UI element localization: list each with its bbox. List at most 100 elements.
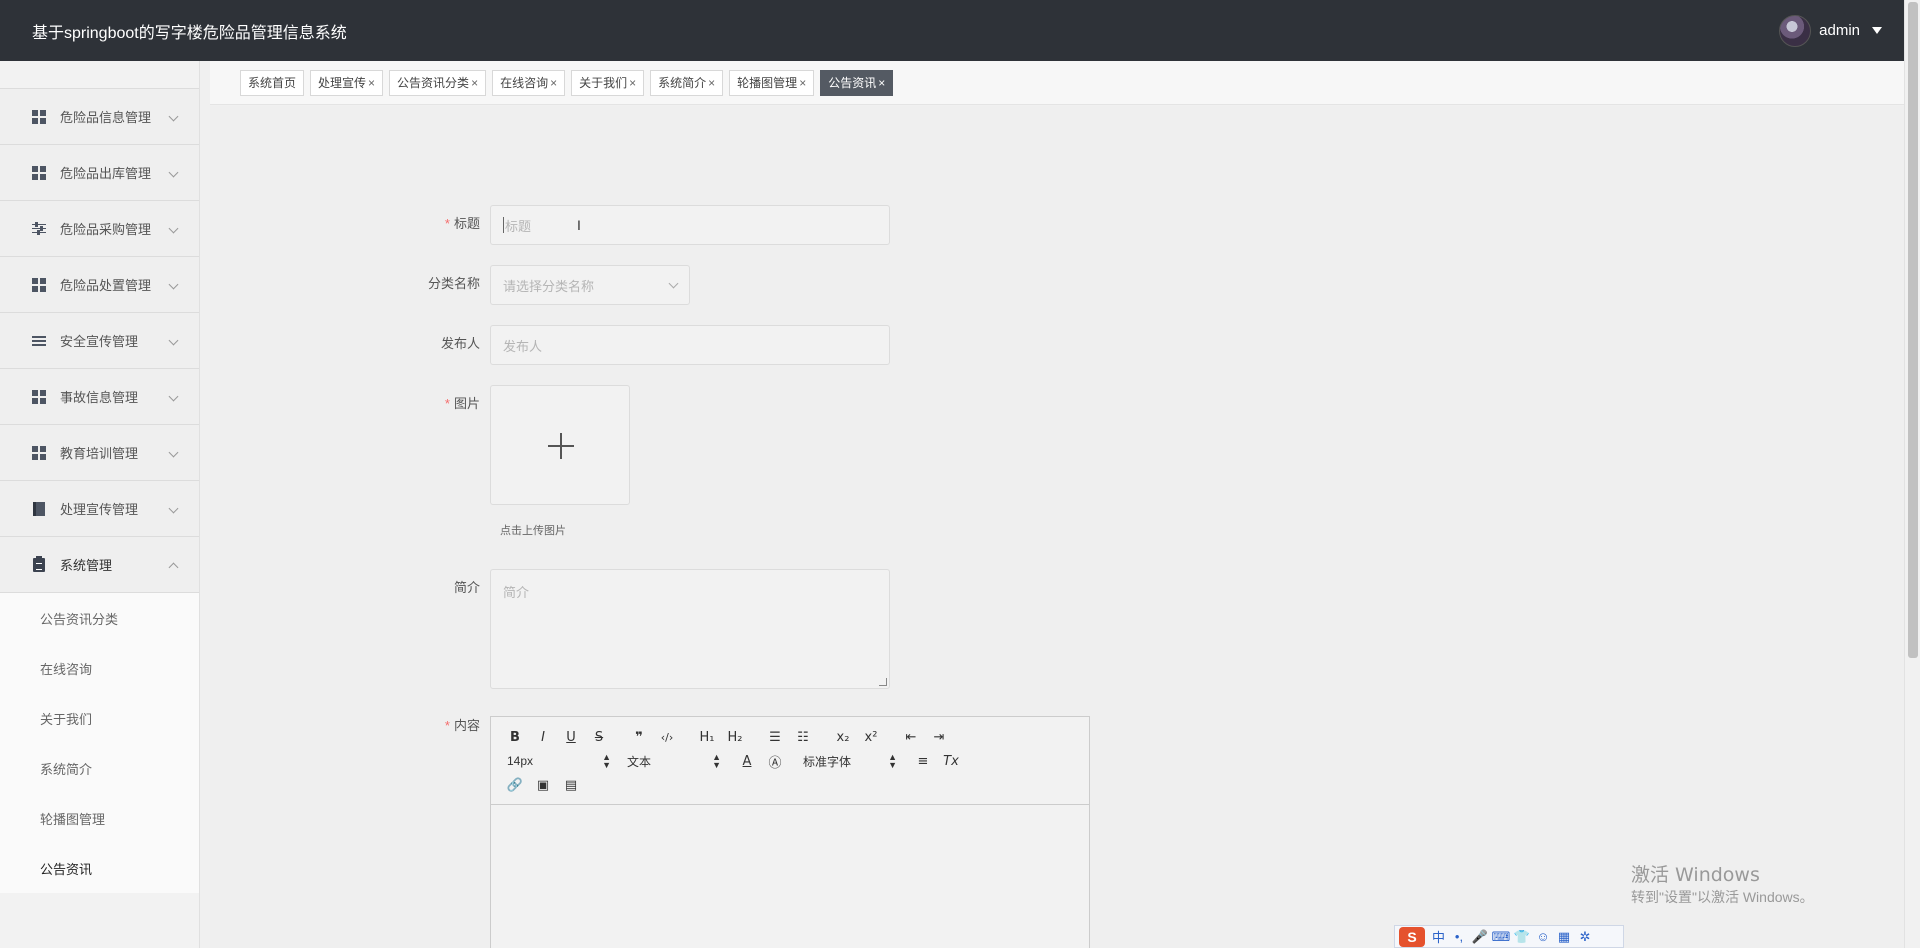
bot-icon[interactable]: ☺ bbox=[1536, 929, 1550, 944]
outdent-icon[interactable]: ⇤ bbox=[897, 730, 925, 745]
link-icon[interactable]: 🔗 bbox=[501, 778, 529, 793]
sidebar-item-handling-promo[interactable]: 处理宣传管理 bbox=[0, 481, 199, 537]
submenu-item-carousel[interactable]: 轮播图管理 bbox=[0, 793, 199, 843]
apps-icon[interactable]: ▦ bbox=[1557, 929, 1571, 944]
user-menu[interactable]: admin bbox=[1779, 14, 1882, 47]
close-icon[interactable]: × bbox=[629, 76, 636, 90]
image-upload-box[interactable] bbox=[490, 385, 630, 505]
close-icon[interactable]: × bbox=[550, 76, 557, 90]
clear-format-icon[interactable]: Tx bbox=[937, 754, 965, 769]
image-icon[interactable]: ▣ bbox=[529, 778, 557, 793]
settings-icon[interactable]: ✲ bbox=[1578, 929, 1592, 944]
system-submenu: 公告资讯分类 在线咨询 关于我们 系统简介 轮播图管理 公告资讯 bbox=[0, 593, 199, 893]
video-icon[interactable]: ▤ bbox=[557, 778, 585, 793]
tab-about-us[interactable]: 关于我们 × bbox=[571, 69, 645, 96]
ordered-list-icon[interactable]: ☰ bbox=[761, 730, 789, 745]
publisher-input[interactable]: 发布人 bbox=[490, 325, 890, 365]
quote-icon[interactable]: ❞ bbox=[625, 730, 653, 745]
title-label: 标题 bbox=[453, 216, 480, 231]
close-icon[interactable]: × bbox=[471, 76, 478, 90]
user-name[interactable]: admin bbox=[1819, 22, 1860, 39]
submenu-item-notice-category[interactable]: 公告资讯分类 bbox=[0, 593, 199, 643]
sidebar-item-label: 教育培训管理 bbox=[60, 446, 139, 461]
intro-label: 简介 bbox=[453, 580, 480, 595]
sogou-logo-icon[interactable]: S bbox=[1399, 926, 1425, 947]
sidebar-item-label: 危险品信息管理 bbox=[60, 110, 152, 125]
required-mark: * bbox=[444, 396, 450, 411]
chevron-down-icon bbox=[168, 391, 179, 402]
tab-notice-category[interactable]: 公告资讯分类 × bbox=[389, 69, 487, 96]
scrollbar-thumb[interactable] bbox=[1908, 2, 1918, 658]
font-size-select[interactable]: 14px ▲ ▼ bbox=[501, 752, 611, 770]
subscript-icon[interactable]: x₂ bbox=[829, 730, 857, 745]
close-icon[interactable]: × bbox=[368, 76, 375, 90]
tab-system-intro[interactable]: 系统简介 × bbox=[650, 69, 724, 96]
category-select[interactable]: 请选择分类名称 bbox=[490, 265, 690, 305]
skin-icon[interactable]: 👕 bbox=[1514, 929, 1530, 944]
text-cursor bbox=[503, 217, 504, 233]
image-label: 图片 bbox=[453, 396, 480, 411]
intro-textarea[interactable]: 简介 bbox=[490, 569, 890, 689]
code-icon[interactable]: ‹/› bbox=[653, 731, 681, 744]
microphone-icon[interactable]: 🎤 bbox=[1472, 929, 1488, 944]
underline-icon[interactable]: U bbox=[557, 730, 585, 745]
strike-icon[interactable]: S bbox=[585, 730, 613, 745]
publisher-placeholder: 发布人 bbox=[503, 338, 543, 354]
chevron-down-icon bbox=[668, 278, 679, 288]
ime-toolbar[interactable]: S 中 •, 🎤 ⌨ 👕 ☺ ▦ ✲ bbox=[1394, 925, 1624, 948]
block-type-select[interactable]: 文本 ▲ ▼ bbox=[621, 753, 721, 770]
editor-toolbar: B I U S ❞ ‹/› H₁ H₂ ☰ ☷ x₂ x² ⇤ ⇥ 14px ▲… bbox=[491, 717, 1089, 805]
sidebar-item-safety-promo[interactable]: 安全宣传管理 bbox=[0, 313, 199, 369]
bold-icon[interactable]: B bbox=[501, 730, 529, 745]
ime-mode[interactable]: 中 bbox=[1432, 927, 1445, 946]
punctuation-icon[interactable]: •, bbox=[1452, 929, 1466, 944]
updown-icon: ▲ ▼ bbox=[602, 752, 611, 770]
close-icon[interactable]: × bbox=[878, 76, 885, 90]
sidebar-item-hazmat-info[interactable]: 危险品信息管理 bbox=[0, 89, 199, 145]
close-icon[interactable]: × bbox=[799, 76, 806, 90]
sidebar-item-label: 安全宣传管理 bbox=[60, 334, 139, 349]
font-family-select[interactable]: 标准字体 ▲ ▼ bbox=[797, 753, 897, 770]
required-mark: * bbox=[444, 718, 450, 733]
sidebar-item-hazmat-purchase[interactable]: 危险品采购管理 bbox=[0, 201, 199, 257]
grid-icon bbox=[32, 277, 46, 292]
h1-icon[interactable]: H₁ bbox=[693, 730, 721, 745]
form-row-content: * 内容 B I U S ❞ ‹/› H₁ H₂ ☰ ☷ x₂ x² ⇤ ⇥ 1… bbox=[210, 716, 1090, 948]
bullet-list-icon[interactable]: ☷ bbox=[789, 730, 817, 745]
sidebar-item-system[interactable]: 系统管理 bbox=[0, 537, 199, 593]
submenu-item-system-intro[interactable]: 系统简介 bbox=[0, 743, 199, 793]
sidebar-item-accident-info[interactable]: 事故信息管理 bbox=[0, 369, 199, 425]
avatar[interactable] bbox=[1779, 14, 1812, 47]
submenu-item-online-consult[interactable]: 在线咨询 bbox=[0, 643, 199, 693]
background-color-icon[interactable]: Ⓐ bbox=[761, 752, 789, 771]
tab-online-consult[interactable]: 在线咨询 × bbox=[492, 69, 566, 96]
sidebar-item-hazmat-disposal[interactable]: 危险品处置管理 bbox=[0, 257, 199, 313]
h2-icon[interactable]: H₂ bbox=[721, 730, 749, 745]
sidebar-item-hazmat-outbound[interactable]: 危险品出库管理 bbox=[0, 145, 199, 201]
font-color-icon[interactable]: A bbox=[733, 754, 761, 769]
caret-down-icon[interactable] bbox=[1872, 27, 1882, 34]
italic-icon[interactable]: I bbox=[529, 730, 557, 745]
form-row-image: * 图片 bbox=[210, 385, 630, 505]
page-scrollbar[interactable] bbox=[1904, 0, 1920, 948]
sidebar-item-training[interactable]: 教育培训管理 bbox=[0, 425, 199, 481]
align-icon[interactable]: ≡ bbox=[909, 754, 937, 769]
tab-home[interactable]: 系统首页 bbox=[240, 69, 305, 96]
sidebar-item-label: 系统管理 bbox=[60, 558, 113, 573]
tab-handling-promo[interactable]: 处理宣传 × bbox=[310, 69, 384, 96]
category-label: 分类名称 bbox=[427, 276, 480, 291]
submenu-item-about-us[interactable]: 关于我们 bbox=[0, 693, 199, 743]
indent-icon[interactable]: ⇥ bbox=[925, 730, 953, 745]
superscript-icon[interactable]: x² bbox=[857, 730, 885, 745]
title-input[interactable]: 标题 I bbox=[490, 205, 890, 245]
updown-icon: ▲ ▼ bbox=[888, 752, 897, 770]
submenu-item-notice[interactable]: 公告资讯 bbox=[0, 843, 199, 893]
title-placeholder: 标题 bbox=[505, 218, 532, 234]
rich-text-editor[interactable]: B I U S ❞ ‹/› H₁ H₂ ☰ ☷ x₂ x² ⇤ ⇥ 14px ▲… bbox=[490, 716, 1090, 948]
tab-carousel[interactable]: 轮播图管理 × bbox=[729, 69, 815, 96]
main-content: * 标题 标题 I 分类名称 请选择分类名称 发布人 发布人 * 图片 点击上传图片… bbox=[210, 106, 1904, 948]
tab-notice[interactable]: 公告资讯 × bbox=[820, 69, 894, 96]
resize-handle-icon[interactable] bbox=[879, 678, 887, 686]
keyboard-icon[interactable]: ⌨ bbox=[1492, 929, 1511, 944]
close-icon[interactable]: × bbox=[708, 76, 715, 90]
